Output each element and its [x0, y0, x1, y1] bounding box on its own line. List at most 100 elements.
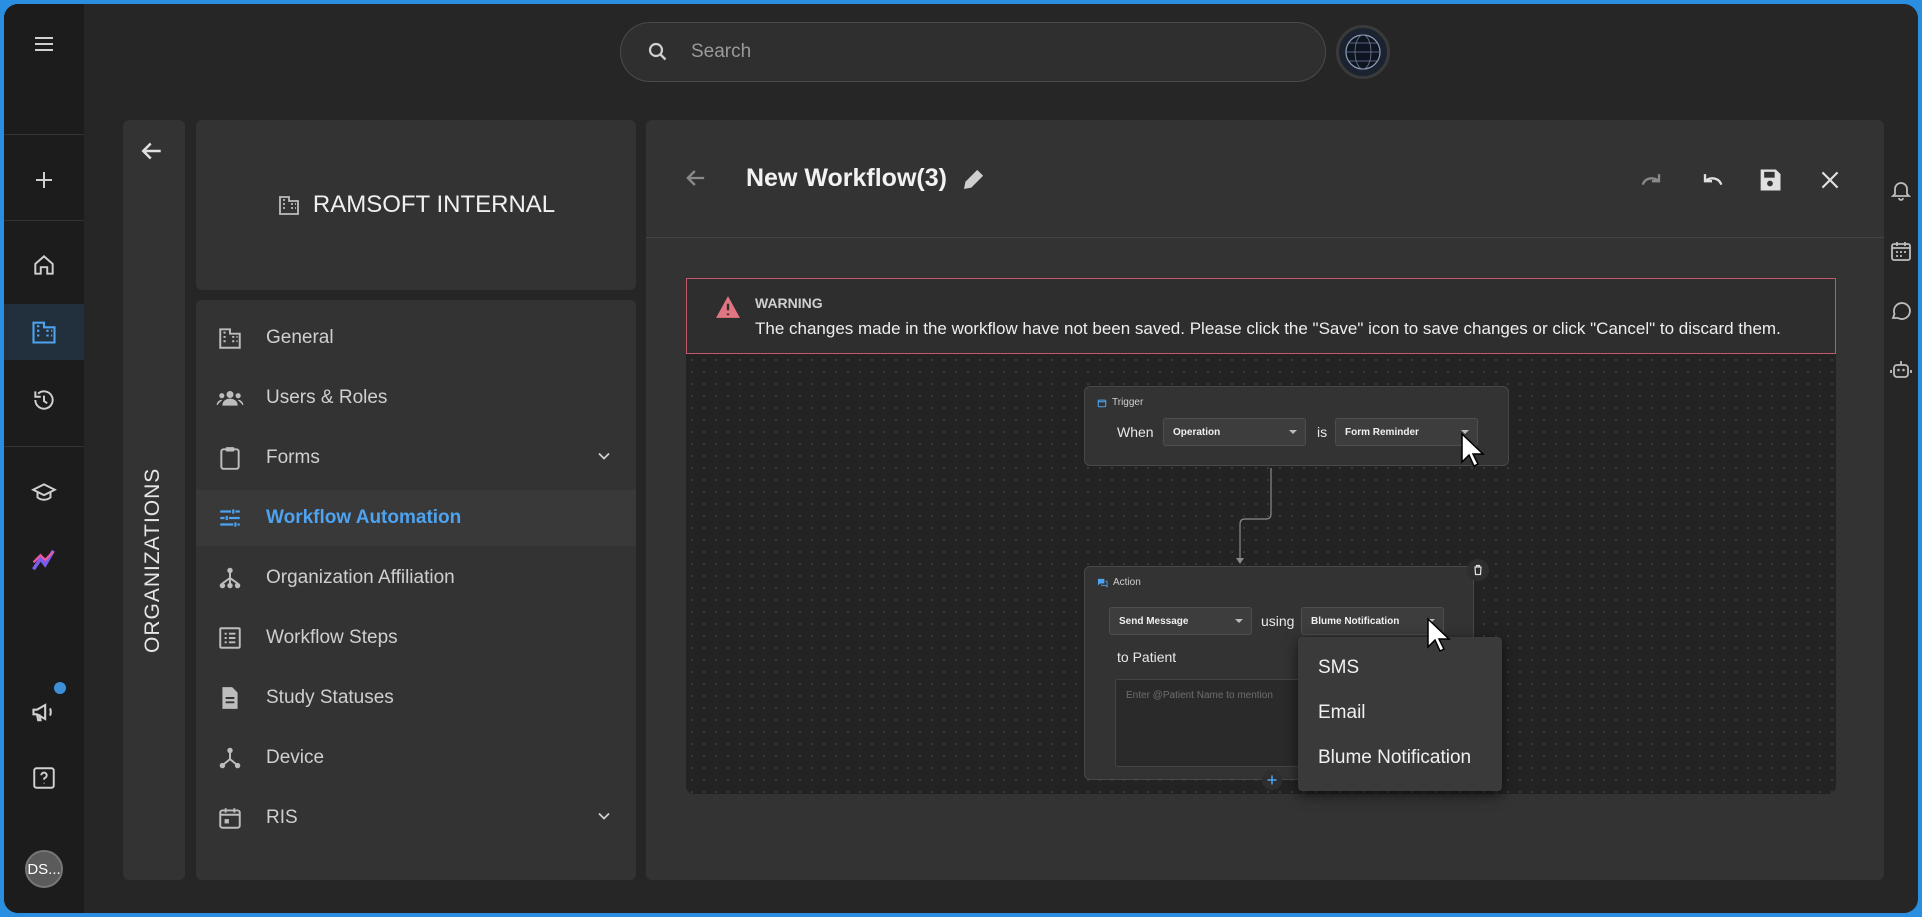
trigger-field-select[interactable]: Operation: [1163, 418, 1306, 446]
menu-item-users-roles[interactable]: Users & Roles: [196, 370, 636, 426]
channel-option-email[interactable]: Email: [1318, 702, 1366, 724]
organization-menu: General Users & Roles Forms Workflow Aut…: [196, 300, 636, 880]
help-icon: [33, 767, 55, 789]
hamburger-menu-button[interactable]: [4, 16, 84, 72]
hierarchy-icon: [216, 564, 244, 592]
trigger-header: Trigger: [1097, 397, 1143, 408]
search-icon: [643, 37, 673, 67]
users-icon: [216, 384, 244, 412]
user-avatar[interactable]: DS...: [25, 850, 63, 888]
workflow-editor-panel: New Workflow(3) WARNING The changes made…: [646, 120, 1884, 880]
save-icon: [1760, 169, 1781, 191]
redo-icon: [1641, 174, 1661, 186]
learning-button[interactable]: [4, 465, 84, 521]
mouse-cursor-icon: [1427, 617, 1451, 653]
chat-button[interactable]: [1887, 297, 1915, 325]
announcements-button[interactable]: [4, 684, 84, 740]
arrow-left-icon: [141, 142, 161, 160]
menu-item-label: Device: [266, 747, 325, 768]
megaphone-icon: [32, 703, 52, 722]
caret-down-icon: [1289, 430, 1297, 434]
notifications-button[interactable]: [1887, 176, 1915, 204]
delete-action-button[interactable]: [1467, 559, 1489, 581]
calendar-icon: [216, 804, 244, 832]
organizations-side-panel: ORGANIZATIONS: [123, 120, 185, 880]
list-icon: [216, 624, 244, 652]
organizations-label: ORGANIZATIONS: [141, 467, 164, 653]
trigger-value: Form Reminder: [1345, 426, 1419, 438]
undo-button[interactable]: [1696, 164, 1728, 196]
organization-name: RAMSOFT INTERNAL: [312, 191, 556, 218]
device-icon: [216, 744, 244, 772]
search-input[interactable]: Search: [691, 41, 751, 63]
chevron-down-icon[interactable]: [594, 806, 614, 831]
add-button[interactable]: [4, 152, 84, 208]
channel-select[interactable]: Blume Notification: [1301, 607, 1444, 635]
home-button[interactable]: [4, 237, 84, 293]
close-button[interactable]: [1814, 164, 1846, 196]
workflow-back-button[interactable]: [682, 164, 710, 197]
channel-option-sms[interactable]: SMS: [1318, 657, 1359, 679]
robot-icon: [1890, 361, 1912, 378]
menu-item-label: Workflow Automation: [266, 507, 462, 528]
channel-option-blume-notification[interactable]: Blume Notification: [1318, 747, 1471, 769]
warning-message: The changes made in the workflow have no…: [755, 319, 1781, 338]
bell-icon: [1890, 182, 1912, 201]
chat-icon: [1097, 578, 1108, 588]
workflow-header: New Workflow(3): [646, 120, 1884, 238]
caret-down-icon: [1235, 619, 1243, 623]
building-icon: [216, 324, 244, 352]
unsaved-warning-banner: WARNING The changes made in the workflow…: [686, 278, 1836, 354]
organizations-button[interactable]: [4, 304, 84, 360]
to-patient-label: to Patient: [1117, 649, 1177, 665]
menu-item-workflow-steps[interactable]: Workflow Steps: [196, 610, 636, 666]
sliders-icon: [216, 504, 244, 532]
menu-item-study-statuses[interactable]: Study Statuses: [196, 670, 636, 726]
menu-item-forms[interactable]: Forms: [196, 430, 636, 486]
undo-icon: [1703, 174, 1723, 186]
home-icon: [34, 255, 54, 275]
menu-item-label: Forms: [266, 447, 320, 468]
search-bar[interactable]: Search: [620, 22, 1326, 82]
save-button[interactable]: [1754, 164, 1786, 196]
menu-item-general[interactable]: General: [196, 310, 636, 366]
add-node-button[interactable]: [1262, 770, 1282, 790]
building-icon: [32, 321, 56, 344]
calendar-icon: [1097, 399, 1107, 407]
trash-icon: [1474, 564, 1482, 576]
menu-item-ris[interactable]: RIS: [196, 790, 636, 846]
menu-item-label: General: [266, 327, 334, 348]
trigger-value-select[interactable]: Form Reminder: [1335, 418, 1478, 446]
channel-dropdown-menu: SMS Email Blume Notification: [1298, 637, 1502, 791]
trigger-field-value: Operation: [1173, 426, 1221, 438]
building-icon: [278, 196, 299, 215]
calendar-icon: [1891, 242, 1911, 261]
chevron-down-icon[interactable]: [594, 446, 614, 471]
menu-item-label: Study Statuses: [266, 687, 394, 708]
history-icon: [34, 390, 54, 410]
menu-item-device[interactable]: Device: [196, 730, 636, 786]
back-button[interactable]: [137, 136, 167, 171]
when-label: When: [1117, 424, 1154, 440]
edit-title-button[interactable]: [961, 166, 987, 197]
workflow-canvas[interactable]: Trigger When Operation is Form Reminder …: [686, 354, 1836, 794]
history-button[interactable]: [4, 372, 84, 428]
calendar-button[interactable]: [1887, 237, 1915, 265]
analytics-button[interactable]: [4, 532, 84, 588]
assistant-button[interactable]: [1887, 356, 1915, 384]
redo-button[interactable]: [1636, 164, 1668, 196]
action-label: Action: [1113, 577, 1141, 588]
notification-dot: [54, 682, 66, 694]
global-logo-button[interactable]: [1336, 25, 1390, 79]
menu-item-workflow-automation[interactable]: Workflow Automation: [196, 490, 636, 546]
channel-value: Blume Notification: [1311, 615, 1400, 627]
menu-item-organization-affiliation[interactable]: Organization Affiliation: [196, 550, 636, 606]
help-button[interactable]: [4, 750, 84, 806]
is-label: is: [1317, 424, 1328, 440]
app-frame: DS... Search ORGANIZATIONS RAMSOFT INTER…: [4, 4, 1918, 913]
trigger-node[interactable]: Trigger When Operation is Form Reminder: [1084, 386, 1509, 466]
action-type-select[interactable]: Send Message: [1109, 607, 1252, 635]
menu-item-label: RIS: [266, 807, 298, 828]
message-placeholder: Enter @Patient Name to mention: [1126, 690, 1273, 701]
trigger-label: Trigger: [1112, 397, 1144, 408]
